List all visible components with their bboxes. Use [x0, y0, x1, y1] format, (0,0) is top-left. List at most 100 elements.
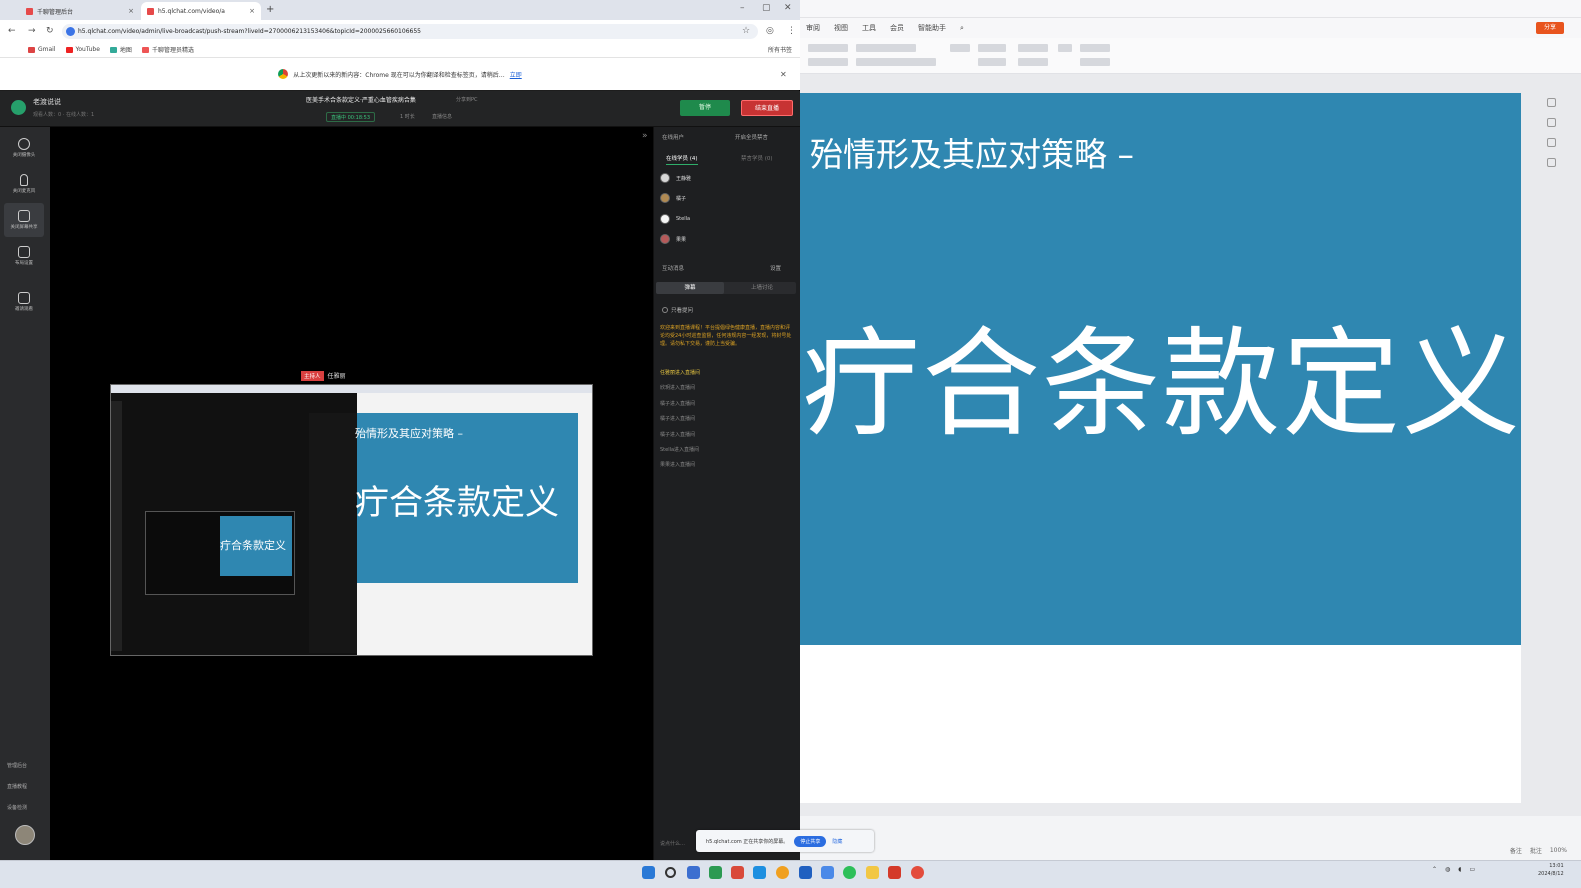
user-item[interactable]: 王静雅 [660, 173, 691, 183]
app-icon[interactable] [731, 866, 744, 879]
live-info-link[interactable]: 直播信息 [432, 113, 452, 120]
join-message: 橘子进入直播间 [660, 432, 696, 438]
invite-viewers-label: 邀请观看 [15, 307, 33, 312]
chrome-icon[interactable] [776, 866, 789, 879]
chat-input[interactable]: 说点什么… [660, 840, 685, 847]
nested-preview: 疔合条款定义 [145, 511, 295, 595]
tab-online-students[interactable]: 在线学员 (4) [666, 154, 698, 165]
comments-button[interactable]: 批注 [1530, 846, 1542, 855]
preview-slide-title: 殆情形及其应对策略 – [355, 427, 463, 440]
tab-danmaku[interactable]: 弹幕 [656, 282, 724, 294]
back-icon[interactable]: ← [8, 26, 16, 36]
end-live-button[interactable]: 结束直播 [741, 100, 793, 116]
network-icon[interactable]: ◍ [1445, 866, 1450, 873]
reload-icon[interactable]: ↻ [46, 26, 54, 36]
collapse-icon[interactable]: » [642, 131, 648, 141]
join-message-highlight: 任雅丽进入直播间 [660, 370, 701, 376]
shared-screen-preview: 疔合条款定义 殆情形及其应对策略 – 疔合条款定义 [110, 384, 593, 656]
tool-icon[interactable] [1547, 138, 1556, 147]
tab-qlchat-live[interactable]: h5.qlchat.com/video/a × [141, 2, 261, 20]
user-item[interactable]: Stella [660, 214, 690, 224]
user-item[interactable]: 果果 [660, 234, 686, 244]
online-users-header[interactable]: 在线用户 [662, 133, 684, 141]
wps-icon[interactable] [888, 866, 901, 879]
forward-icon[interactable]: → [28, 26, 36, 36]
wps-share-button[interactable]: 分享 [1536, 22, 1564, 34]
preview-left-bar [111, 401, 122, 651]
only-questions-toggle[interactable]: 只看提问 [662, 306, 693, 314]
close-icon[interactable]: ✕ [780, 70, 787, 79]
tab-qianliao-admin[interactable]: 千聊管理后台 × [20, 2, 140, 20]
tutorial-link[interactable]: 直播教程 [7, 783, 27, 790]
invite-viewers[interactable]: 邀请观看 [4, 285, 44, 319]
infobar-link[interactable]: 立即 [510, 70, 522, 79]
search-icon[interactable]: ⌕ [960, 24, 964, 33]
app-icon[interactable] [709, 866, 722, 879]
device-check-link[interactable]: 设备检测 [7, 804, 27, 811]
battery-icon[interactable]: ▭ [1469, 866, 1475, 873]
share-notice-text: h5.qlchat.com 正在共享你的屏幕。 [706, 838, 789, 845]
screen-share-toggle[interactable]: 关闭屏幕共享 [4, 203, 44, 237]
app-icon[interactable] [821, 866, 834, 879]
tab-muted-students[interactable]: 禁言学员 (0) [741, 154, 773, 162]
pause-button[interactable]: 暂停 [680, 100, 730, 116]
task-view-icon[interactable] [687, 866, 700, 879]
hide-notice-button[interactable]: 隐藏 [832, 838, 842, 845]
admin-link[interactable]: 管理后台 [7, 762, 27, 769]
menu-icon[interactable]: ⋮ [787, 26, 796, 36]
edge-icon[interactable] [753, 866, 766, 879]
taskbar [0, 860, 1581, 888]
bookmark-qianliao[interactable]: 千聊管理员精选 [141, 45, 194, 54]
slide-title: 殆情形及其应对策略 – [810, 135, 1134, 174]
volume-icon[interactable]: ◖ [1458, 866, 1461, 873]
notes-button[interactable]: 备注 [1510, 846, 1522, 855]
room-stats: 观看人数：0 · 在线人数：1 [33, 112, 95, 118]
microphone-toggle[interactable]: 关闭麦克风 [4, 167, 44, 201]
new-tab-button[interactable]: + [266, 4, 274, 15]
user-item[interactable]: 橘子 [660, 193, 686, 203]
tab-wall-discussion[interactable]: 上墙讨论 [728, 282, 796, 294]
all-bookmarks[interactable]: 所有书签 [768, 45, 792, 54]
close-icon[interactable]: × [128, 7, 134, 15]
stop-sharing-button[interactable]: 停止共享 [794, 835, 827, 847]
avatar[interactable] [15, 825, 35, 845]
wps-menu-tools[interactable]: 工具 [862, 23, 876, 33]
wps-menu-assistant[interactable]: 智能助手 [918, 23, 946, 33]
microphone-toggle-label: 关闭麦克风 [12, 189, 36, 194]
folder-icon[interactable] [866, 866, 879, 879]
mute-all-toggle[interactable]: 开启全员禁言 [735, 133, 768, 141]
extensions-icon[interactable]: ◎ [766, 26, 774, 36]
bookmark-gmail[interactable]: Gmail [28, 46, 56, 53]
user-name: Stella [676, 216, 691, 222]
clock[interactable]: 13:01 2024/8/12 [1538, 862, 1564, 878]
live-status-badge: 直播中 00:18:53 [326, 112, 376, 122]
close-icon[interactable]: ✕ [784, 3, 792, 13]
maximize-icon[interactable]: ▢ [762, 3, 771, 13]
close-icon[interactable]: × [249, 7, 255, 15]
tool-icon[interactable] [1547, 98, 1556, 107]
bookmark-star-icon[interactable]: ☆ [742, 26, 750, 36]
zoom-level[interactable]: 100% [1550, 847, 1567, 854]
app-icon[interactable] [799, 866, 812, 879]
start-icon[interactable] [642, 866, 655, 879]
settings-icon[interactable] [1547, 158, 1556, 167]
wps-ribbon [800, 38, 1581, 74]
share-pc-link[interactable]: 分享到PC [456, 96, 478, 103]
wechat-icon[interactable] [843, 866, 856, 879]
site-info-icon[interactable] [66, 27, 75, 36]
wps-menu-review[interactable]: 审阅 [806, 23, 820, 33]
address-bar[interactable]: h5.qlchat.com/video/admin/live-broadcast… [62, 24, 758, 39]
bookmark-youtube[interactable]: YouTube [65, 46, 100, 53]
star-icon[interactable] [1547, 118, 1556, 127]
camera-toggle[interactable]: 关闭摄像头 [4, 131, 44, 165]
minimize-icon[interactable]: – [740, 3, 745, 13]
chat-settings-link[interactable]: 设置 [770, 264, 781, 272]
bookmark-maps[interactable]: 地图 [109, 45, 132, 54]
chevron-up-icon[interactable]: ⌃ [1432, 866, 1437, 873]
search-icon[interactable] [665, 867, 676, 878]
chrome-icon[interactable] [911, 866, 924, 879]
layout-settings[interactable]: 布局设置 [4, 239, 44, 273]
chrome-update-infobar: 从上次更新以来的新内容：Chrome 现在可以为你翻译和检查标签页，请稍后… 立… [0, 58, 800, 90]
wps-menu-member[interactable]: 会员 [890, 23, 904, 33]
wps-menu-view[interactable]: 视图 [834, 23, 848, 33]
